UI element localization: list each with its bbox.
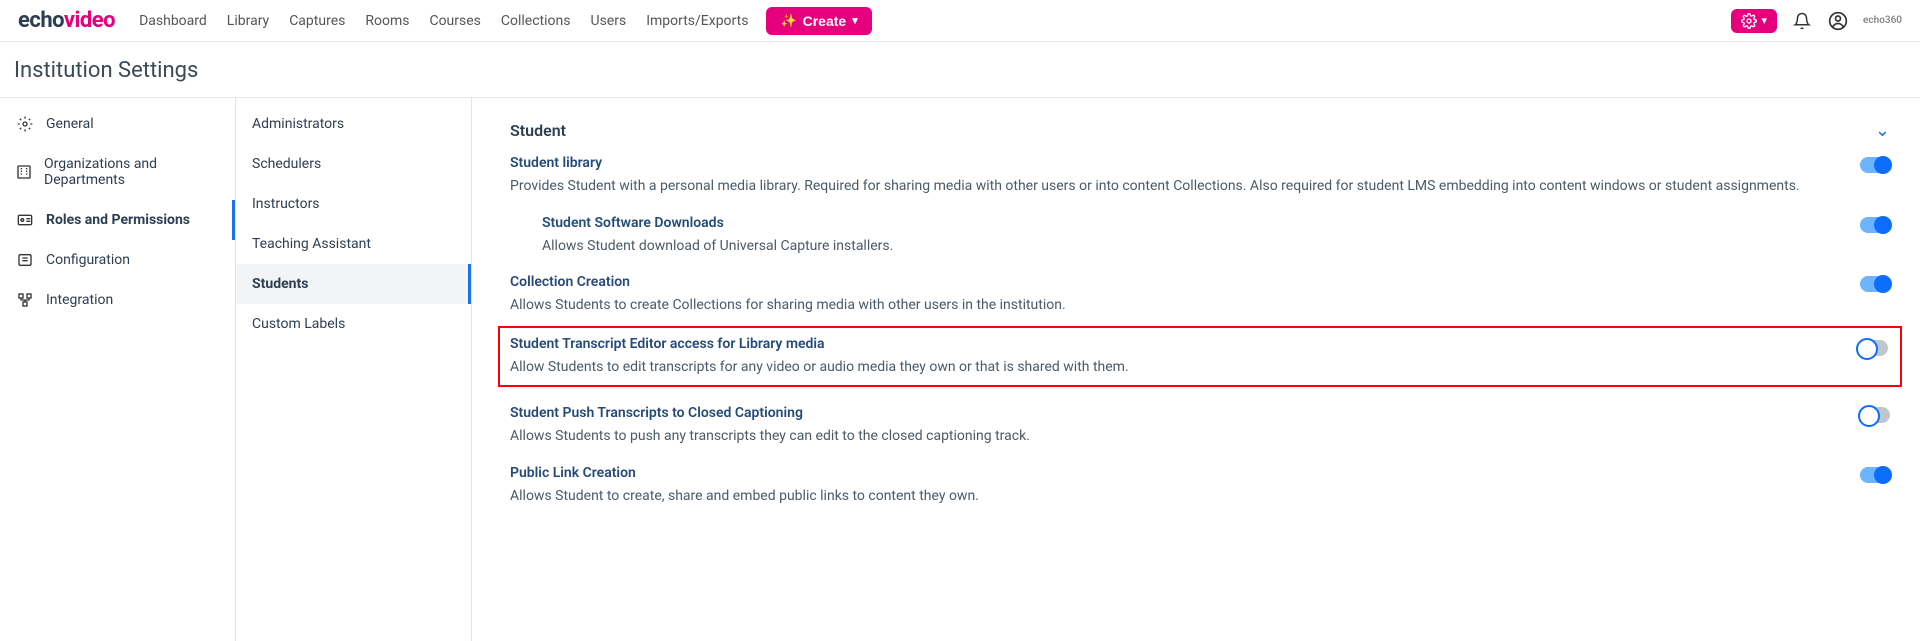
subnav-teaching-assistant[interactable]: Teaching Assistant [236, 224, 471, 264]
sidebar-item-label: Organizations and Departments [44, 156, 219, 188]
sidebar-item-integration[interactable]: Integration [0, 280, 235, 320]
subnav-students[interactable]: Students [236, 264, 471, 304]
highlight-transcript-editor: Student Transcript Editor access for Lib… [498, 326, 1902, 388]
setting-software-downloads: Student Software Downloads Allows Studen… [510, 215, 1890, 257]
user-circle-icon [1828, 11, 1848, 31]
subnav-custom-labels[interactable]: Custom Labels [236, 304, 471, 344]
nav-dashboard[interactable]: Dashboard [139, 13, 207, 29]
toggle-software-downloads[interactable] [1860, 217, 1890, 233]
setting-title: Student Transcript Editor access for Lib… [510, 336, 1840, 352]
nav-collections[interactable]: Collections [501, 13, 571, 29]
toggle-transcript-editor[interactable] [1858, 340, 1888, 356]
setting-title: Public Link Creation [510, 465, 1830, 481]
setting-title: Student library [510, 155, 1830, 171]
create-button[interactable]: ✨ Create ▾ [766, 7, 871, 35]
sidebar-item-roles[interactable]: Roles and Permissions [0, 200, 235, 240]
id-card-icon [16, 212, 34, 228]
setting-collection-creation: Collection Creation Allows Students to c… [510, 274, 1890, 316]
brandlet: echo360 [1863, 15, 1902, 26]
subnav-schedulers[interactable]: Schedulers [236, 144, 471, 184]
logo-part-1: echo [18, 8, 64, 33]
settings-panel: Student ⌄ Student library Provides Stude… [472, 98, 1920, 641]
page-title-row: Institution Settings [0, 42, 1920, 98]
setting-desc: Provides Student with a personal media l… [510, 177, 1830, 197]
toggle-student-library[interactable] [1860, 157, 1890, 173]
logo[interactable]: echovideo [18, 8, 115, 33]
settings-gear-button[interactable]: ▾ [1731, 9, 1777, 33]
sidebar-item-label: General [46, 116, 94, 132]
toggle-public-link[interactable] [1860, 467, 1890, 483]
setting-desc: Allows Students to create Collections fo… [510, 296, 1830, 316]
sidebar-item-label: Integration [46, 292, 113, 308]
setting-public-link: Public Link Creation Allows Student to c… [510, 465, 1890, 507]
chevron-down-icon: ⌄ [1875, 120, 1890, 141]
content-columns: General Organizations and Departments Ro… [0, 98, 1920, 641]
integration-icon [16, 292, 34, 308]
nav-users[interactable]: Users [590, 13, 626, 29]
chevron-down-icon: ▾ [852, 14, 858, 27]
account-button[interactable] [1827, 10, 1849, 32]
role-sub-nav: Administrators Schedulers Instructors Te… [236, 98, 472, 641]
nav-imports-exports[interactable]: Imports/Exports [646, 13, 748, 29]
subnav-instructors[interactable]: Instructors [236, 184, 471, 224]
section-header[interactable]: Student ⌄ [510, 120, 1890, 141]
settings-category-nav: General Organizations and Departments Ro… [0, 98, 236, 641]
nav-library[interactable]: Library [227, 13, 269, 29]
notifications-button[interactable] [1791, 10, 1813, 32]
chevron-down-icon: ▾ [1761, 14, 1767, 27]
setting-desc: Allows Student download of Universal Cap… [542, 237, 1830, 257]
sidebar-item-label: Configuration [46, 252, 130, 268]
nav-captures[interactable]: Captures [289, 13, 345, 29]
topbar-right: ▾ echo360 [1731, 9, 1902, 33]
topbar: echovideo Dashboard Library Captures Roo… [0, 0, 1920, 42]
page-title: Institution Settings [14, 58, 1906, 83]
bell-icon [1793, 12, 1811, 30]
toggle-push-transcripts[interactable] [1860, 407, 1890, 423]
nav-rooms[interactable]: Rooms [365, 13, 409, 29]
setting-student-library: Student library Provides Student with a … [510, 155, 1890, 197]
logo-part-2: video [64, 8, 115, 33]
section-title: Student [510, 121, 566, 140]
setting-desc: Allows Students to push any transcripts … [510, 427, 1830, 447]
sidebar-item-orgs[interactable]: Organizations and Departments [0, 144, 235, 200]
setting-push-transcripts: Student Push Transcripts to Closed Capti… [510, 405, 1890, 447]
toggle-collection-creation[interactable] [1860, 276, 1890, 292]
nav-courses[interactable]: Courses [429, 13, 480, 29]
subnav-administrators[interactable]: Administrators [236, 104, 471, 144]
sidebar-item-config[interactable]: Configuration [0, 240, 235, 280]
main-nav: Dashboard Library Captures Rooms Courses… [139, 13, 748, 29]
setting-desc: Allow Students to edit transcripts for a… [510, 358, 1840, 378]
create-button-label: Create [803, 13, 847, 29]
gear-icon [1741, 13, 1757, 29]
setting-desc: Allows Student to create, share and embe… [510, 487, 1830, 507]
building-icon [16, 164, 32, 180]
sidebar-item-general[interactable]: General [0, 104, 235, 144]
gear-icon [16, 116, 34, 132]
setting-title: Student Push Transcripts to Closed Capti… [510, 405, 1830, 421]
sidebar-item-label: Roles and Permissions [46, 212, 190, 228]
setting-title: Collection Creation [510, 274, 1830, 290]
setting-transcript-editor: Student Transcript Editor access for Lib… [510, 336, 1840, 378]
sliders-icon [16, 252, 34, 268]
wand-icon: ✨ [780, 13, 796, 29]
setting-title: Student Software Downloads [542, 215, 1830, 231]
